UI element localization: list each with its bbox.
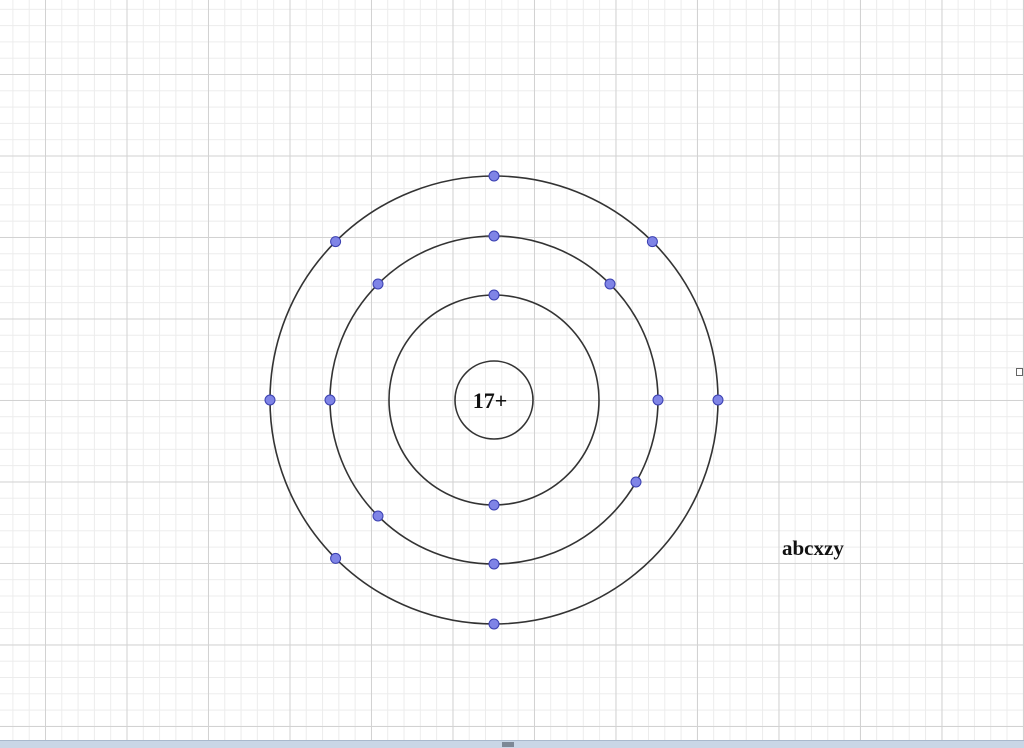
electron-shell-3 xyxy=(330,552,342,564)
electron-shell-1 xyxy=(488,289,500,301)
electron-shell-3 xyxy=(330,236,342,248)
electron-shell-2 xyxy=(372,510,384,522)
side-label: abcxzy xyxy=(782,536,844,560)
electron-shell-3 xyxy=(488,618,500,630)
electron-shell-1 xyxy=(488,499,500,511)
nucleus-label: 17+ xyxy=(473,388,508,413)
electron-shell-2 xyxy=(488,230,500,242)
resize-handle[interactable] xyxy=(1016,368,1023,376)
electron-shell-3 xyxy=(488,170,500,182)
electron-shell-2 xyxy=(372,278,384,290)
electron-shell-3 xyxy=(264,394,276,406)
electron-shell-2 xyxy=(324,394,336,406)
electron-shell-3 xyxy=(712,394,724,406)
scroll-thumb[interactable] xyxy=(502,742,514,747)
electron-shell-2 xyxy=(488,558,500,570)
electron-shell-3 xyxy=(646,236,658,248)
electron-shell-2 xyxy=(604,278,616,290)
atom-diagram: 17+ abcxzy xyxy=(264,170,844,630)
electron-shell-2 xyxy=(630,476,642,488)
electron-shell-2 xyxy=(652,394,664,406)
